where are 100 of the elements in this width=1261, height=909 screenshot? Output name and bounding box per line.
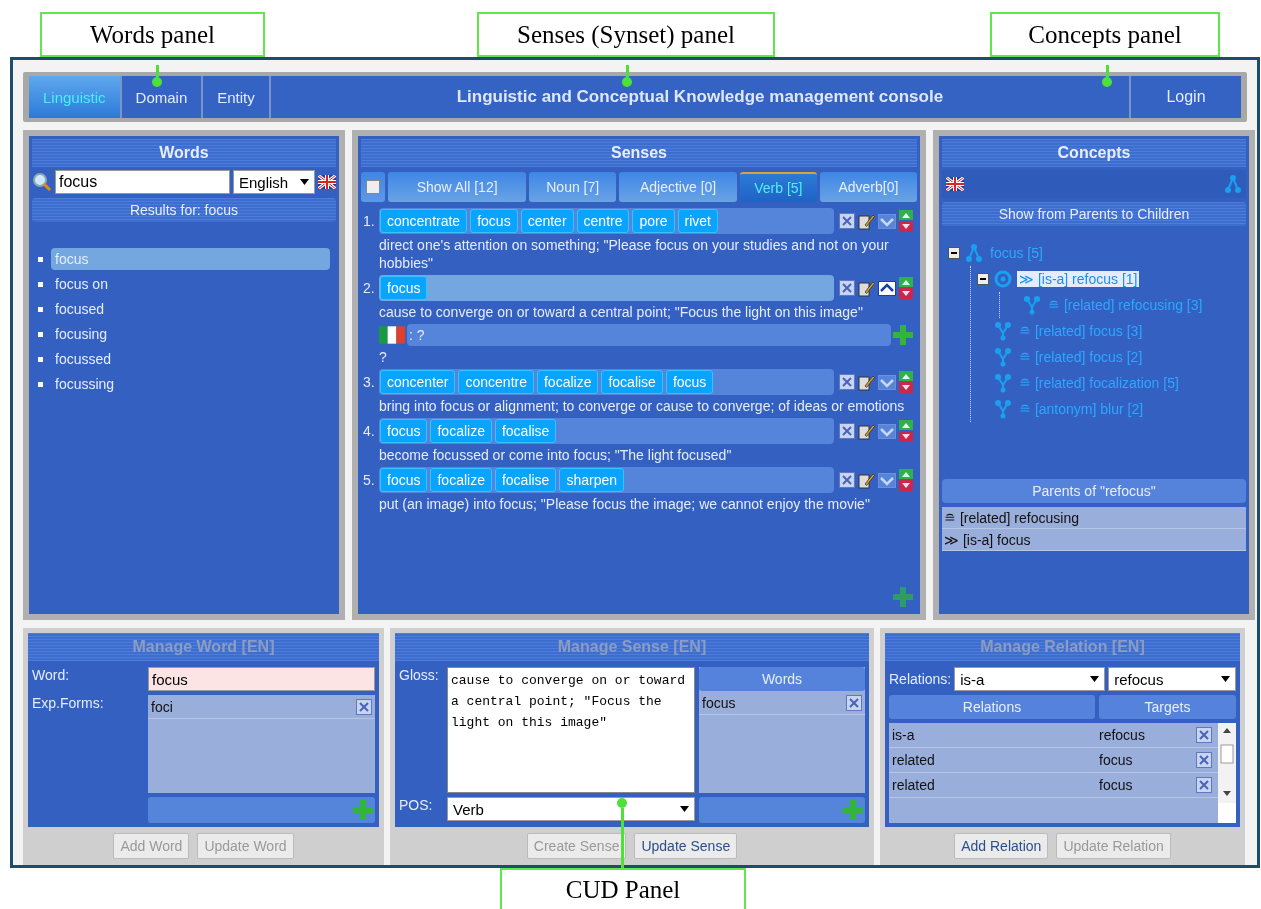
word-chip[interactable]: focalise: [601, 370, 663, 394]
parent-item[interactable]: ≫ [is-a] focus: [942, 529, 1246, 551]
callout-label: Words panel: [40, 12, 265, 57]
pos-tab[interactable]: Adverb[0]: [819, 172, 917, 202]
delete-icon[interactable]: [839, 374, 855, 390]
expand-icon[interactable]: [878, 472, 896, 488]
nav-tab[interactable]: Domain: [121, 76, 204, 118]
word-item[interactable]: focusing: [51, 323, 330, 345]
scrollbar[interactable]: [1218, 723, 1236, 803]
form-item[interactable]: foci: [151, 698, 173, 715]
delete-icon[interactable]: [839, 423, 855, 439]
pos-tab[interactable]: Show All [12]: [388, 172, 527, 202]
relation-icon: [994, 399, 1012, 419]
synset-bar[interactable]: concenter concentre focalize focalise focus: [379, 369, 834, 395]
tree-node[interactable]: ≘ [related] focus [3]: [1017, 323, 1145, 339]
parent-item[interactable]: ≘ [related] refocusing: [942, 507, 1246, 529]
word-chip[interactable]: center: [520, 209, 574, 233]
move-up-down-icon[interactable]: [899, 277, 913, 299]
search-field[interactable]: focus: [55, 170, 230, 194]
collapse-toggle[interactable]: [977, 273, 989, 285]
word-item[interactable]: focused: [51, 298, 330, 320]
italy-flag-icon[interactable]: [379, 326, 405, 344]
move-up-down-icon[interactable]: [899, 210, 913, 232]
collapse-icon[interactable]: [878, 280, 896, 296]
delete-icon[interactable]: [846, 694, 862, 711]
pos-tab[interactable]: Adjective [0]: [619, 172, 737, 202]
word-chip[interactable]: rivet: [677, 209, 718, 233]
synset-bar[interactable]: focus: [379, 275, 834, 301]
nav-tab[interactable]: Linguistic: [29, 76, 122, 118]
delete-icon[interactable]: [839, 472, 855, 488]
select-all-checkbox[interactable]: [366, 180, 380, 194]
word-chip[interactable]: focalize: [430, 419, 492, 443]
target-select[interactable]: refocus: [1108, 667, 1236, 691]
edit-icon[interactable]: [858, 279, 875, 297]
tree-node[interactable]: ≘ [related] focus [2]: [1017, 349, 1145, 365]
tree-node[interactable]: ≫ [is-a] refocus [1]: [1017, 271, 1140, 287]
pos-tab[interactable]: Noun [7]: [529, 172, 617, 202]
move-up-down-icon[interactable]: [899, 469, 913, 491]
move-up-down-icon[interactable]: [899, 420, 913, 442]
language-select[interactable]: English: [233, 170, 315, 194]
word-chip[interactable]: focalise: [494, 468, 557, 492]
word-item[interactable]: focussing: [51, 373, 330, 395]
pos-tab[interactable]: Verb [5]: [739, 172, 817, 202]
gloss-field[interactable]: cause to converge on or toward a central point; "Focus the light on this image": [447, 667, 695, 793]
translation-gloss: ?: [378, 348, 388, 367]
panel-title: Words: [32, 139, 336, 167]
delete-icon[interactable]: [839, 213, 855, 229]
word-chip[interactable]: focalize: [430, 468, 492, 492]
uk-flag-icon[interactable]: [946, 177, 964, 191]
action-button[interactable]: Update Sense: [634, 833, 738, 859]
word-chip[interactable]: centre: [576, 209, 630, 233]
word-chip[interactable]: focus: [380, 276, 428, 300]
word-chip[interactable]: concentrate: [380, 209, 468, 233]
word-item[interactable]: focus: [702, 694, 736, 711]
expand-icon[interactable]: [878, 423, 896, 439]
word-chip[interactable]: focalise: [494, 419, 557, 443]
delete-icon[interactable]: [1196, 727, 1212, 743]
word-chip[interactable]: concenter: [380, 370, 456, 394]
synset-bar[interactable]: focus focalize focalise sharpen: [379, 467, 834, 493]
action-button[interactable]: Add Relation: [954, 833, 1049, 859]
expand-icon[interactable]: [878, 374, 896, 390]
word-item[interactable]: focus on: [51, 273, 330, 295]
delete-icon[interactable]: [356, 698, 372, 715]
tree-node[interactable]: ≘ [related] refocusing [3]: [1046, 297, 1205, 313]
word-chip[interactable]: focus: [380, 419, 428, 443]
nav-tab[interactable]: Entity: [203, 76, 271, 118]
delete-icon[interactable]: [1196, 752, 1212, 768]
show-direction-button[interactable]: Show from Parents to Children: [942, 202, 1246, 226]
add-icon[interactable]: [893, 325, 913, 345]
edit-icon[interactable]: [858, 422, 875, 440]
synset-bar[interactable]: focus focalize focalise: [379, 418, 834, 444]
uk-flag-icon[interactable]: [318, 175, 336, 189]
word-chip[interactable]: focalize: [536, 370, 599, 394]
edit-icon[interactable]: [858, 471, 875, 489]
word-chip[interactable]: focus: [470, 209, 518, 233]
tree-node[interactable]: ≘ [antonym] blur [2]: [1017, 401, 1146, 417]
edit-icon[interactable]: [858, 212, 875, 230]
word-chip[interactable]: pore: [632, 209, 675, 233]
word-chip[interactable]: sharpen: [559, 468, 624, 492]
tree-node[interactable]: ≘ [related] focalization [5]: [1017, 375, 1181, 391]
login-button[interactable]: Login: [1129, 76, 1241, 118]
move-up-down-icon[interactable]: [899, 371, 913, 393]
sense-gloss: bring into focus or alignment; to converge or cause to converge; of ideas or emotions: [378, 397, 906, 416]
word-chip[interactable]: concentre: [458, 370, 534, 394]
translation-field[interactable]: : ?: [407, 324, 891, 346]
column-header: Relations: [889, 695, 1095, 719]
word-chip[interactable]: focus: [380, 468, 428, 492]
word-item[interactable]: focus: [51, 248, 330, 270]
word-chip[interactable]: focus: [665, 370, 714, 394]
delete-icon[interactable]: [1196, 777, 1212, 793]
delete-icon[interactable]: [839, 280, 855, 296]
word-field[interactable]: focus: [148, 667, 375, 691]
relation-select[interactable]: is-a: [954, 667, 1106, 691]
tree-node[interactable]: focus [5]: [988, 245, 1045, 261]
pos-select[interactable]: Verb: [447, 797, 695, 821]
collapse-toggle[interactable]: [948, 247, 960, 259]
edit-icon[interactable]: [858, 373, 875, 391]
synset-bar[interactable]: concentrate focus center centre pore rivet: [379, 208, 834, 234]
expand-icon[interactable]: [878, 213, 896, 229]
word-item[interactable]: focussed: [51, 348, 330, 370]
